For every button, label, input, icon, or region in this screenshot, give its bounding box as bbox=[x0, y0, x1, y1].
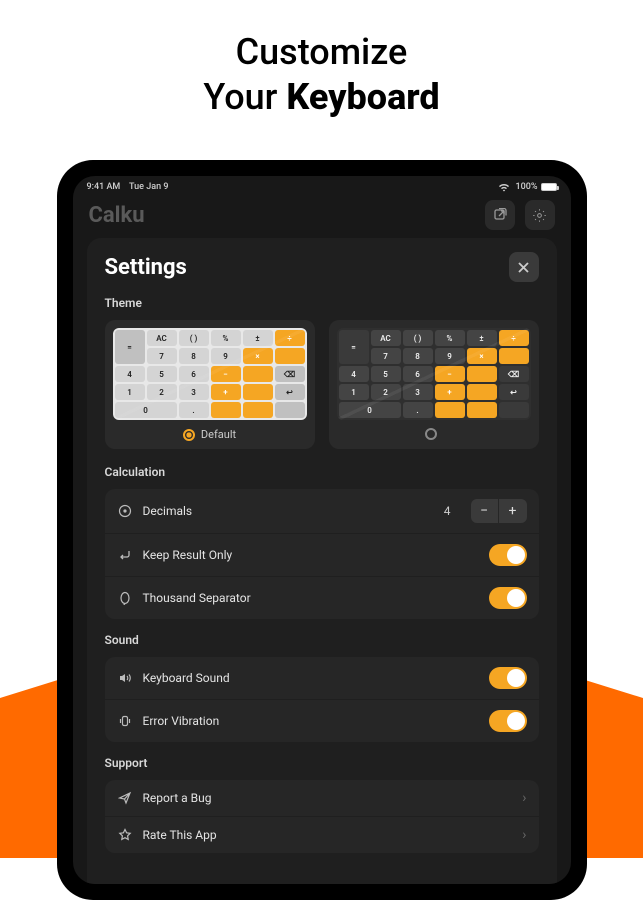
status-right: 100% bbox=[498, 182, 557, 192]
paper-plane-icon bbox=[117, 790, 133, 806]
promo-line1: Customize bbox=[0, 30, 643, 75]
close-button[interactable] bbox=[509, 252, 539, 282]
decimals-label: Decimals bbox=[143, 504, 434, 518]
calculation-group: Decimals 4 − + Keep Result Only bbox=[105, 489, 539, 619]
theme-option-default[interactable]: AC( )%±÷= 789× 456−⌫ 123+↩ 0. Default bbox=[105, 320, 315, 449]
section-sound: Sound bbox=[105, 633, 539, 647]
speaker-icon bbox=[117, 670, 133, 686]
app-title: Calku bbox=[89, 203, 145, 228]
theme-option-alt[interactable]: AC( )%±÷= 789× 456−⌫ 123+↩ 0. bbox=[329, 320, 539, 449]
modal-title: Settings bbox=[105, 255, 187, 280]
section-support: Support bbox=[105, 756, 539, 770]
battery-pct: 100% bbox=[516, 182, 538, 192]
section-theme: Theme bbox=[105, 296, 539, 310]
battery-indicator: 100% bbox=[516, 182, 557, 192]
star-icon bbox=[117, 827, 133, 843]
thousand-sep-toggle[interactable] bbox=[489, 587, 527, 609]
decimals-minus[interactable]: − bbox=[471, 499, 499, 523]
chevron-right-icon: › bbox=[522, 827, 526, 843]
radio-selected-icon bbox=[183, 429, 195, 441]
keep-result-toggle[interactable] bbox=[489, 544, 527, 566]
app-header: Calku bbox=[73, 194, 571, 240]
keep-result-row: Keep Result Only bbox=[105, 534, 539, 577]
theme-preview-light: AC( )%±÷= 789× 456−⌫ 123+↩ 0. bbox=[113, 328, 307, 420]
settings-modal: Settings Theme AC( )%±÷= 789× 456−⌫ 123+… bbox=[87, 238, 557, 884]
theme-label: Default bbox=[201, 428, 236, 441]
status-bar: 9:41 AM Tue Jan 9 100% bbox=[73, 176, 571, 194]
battery-icon bbox=[541, 183, 557, 191]
device-screen: 9:41 AM Tue Jan 9 100% Calku bbox=[73, 176, 571, 884]
decimals-plus[interactable]: + bbox=[499, 499, 527, 523]
keyboard-sound-toggle[interactable] bbox=[489, 667, 527, 689]
decimals-value: 4 bbox=[444, 504, 451, 518]
vibration-row: Error Vibration bbox=[105, 700, 539, 742]
vibration-toggle[interactable] bbox=[489, 710, 527, 732]
status-date: Tue Jan 9 bbox=[129, 182, 168, 192]
status-left: 9:41 AM Tue Jan 9 bbox=[87, 182, 169, 192]
rate-app-row[interactable]: Rate This App › bbox=[105, 817, 539, 853]
theme-preview-dark: AC( )%±÷= 789× 456−⌫ 123+↩ 0. bbox=[337, 328, 531, 420]
separator-icon bbox=[117, 590, 133, 606]
support-group: Report a Bug › Rate This App › bbox=[105, 780, 539, 853]
section-calculation: Calculation bbox=[105, 465, 539, 479]
decimals-row: Decimals 4 − + bbox=[105, 489, 539, 534]
settings-button[interactable] bbox=[525, 200, 555, 230]
share-button[interactable] bbox=[485, 200, 515, 230]
chevron-right-icon: › bbox=[522, 790, 526, 806]
radio-unselected-icon bbox=[425, 428, 437, 440]
promo-line2: Your Keyboard bbox=[0, 75, 643, 120]
thousand-sep-label: Thousand Separator bbox=[143, 591, 479, 605]
report-bug-row[interactable]: Report a Bug › bbox=[105, 780, 539, 817]
keep-result-label: Keep Result Only bbox=[143, 548, 479, 562]
report-bug-label: Report a Bug bbox=[143, 791, 513, 805]
promo-title: Customize Your Keyboard bbox=[0, 0, 643, 148]
return-icon bbox=[117, 547, 133, 563]
vibration-icon bbox=[117, 713, 133, 729]
decimals-icon bbox=[117, 503, 133, 519]
device-frame: 9:41 AM Tue Jan 9 100% Calku bbox=[57, 160, 587, 900]
rate-app-label: Rate This App bbox=[143, 828, 513, 842]
vibration-label: Error Vibration bbox=[143, 714, 479, 728]
thousand-sep-row: Thousand Separator bbox=[105, 577, 539, 619]
theme-options: AC( )%±÷= 789× 456−⌫ 123+↩ 0. Default bbox=[105, 320, 539, 449]
sound-group: Keyboard Sound Error Vibration bbox=[105, 657, 539, 742]
keyboard-sound-label: Keyboard Sound bbox=[143, 671, 479, 685]
keyboard-sound-row: Keyboard Sound bbox=[105, 657, 539, 700]
wifi-icon bbox=[498, 183, 510, 192]
status-time: 9:41 AM bbox=[87, 182, 121, 192]
decimals-stepper: − + bbox=[471, 499, 527, 523]
